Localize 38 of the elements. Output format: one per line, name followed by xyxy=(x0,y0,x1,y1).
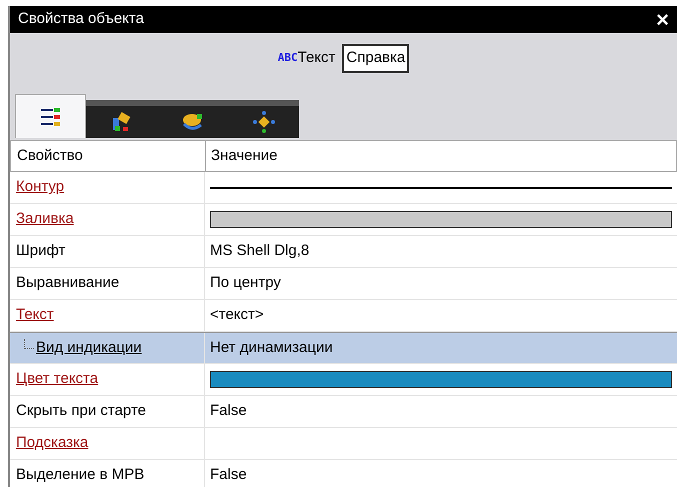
property-row[interactable]: Заливка xyxy=(10,204,677,236)
property-name: Заливка xyxy=(16,209,74,230)
property-row[interactable]: Цвет текста xyxy=(10,364,677,396)
tree-connector xyxy=(24,339,34,349)
abc-label: ABC xyxy=(278,50,298,66)
property-value: По центру xyxy=(210,273,281,294)
property-name: Выравнивание xyxy=(16,273,120,294)
window-title: Свойства объекта xyxy=(18,9,144,30)
property-value: False xyxy=(210,465,247,486)
property-name: Цвет текста xyxy=(16,369,98,390)
property-name: Выделение в МРВ xyxy=(16,465,144,486)
property-value: False xyxy=(210,401,247,422)
property-value: <текст> xyxy=(210,305,264,326)
property-row[interactable]: Контур xyxy=(10,172,677,204)
property-value: Нет динамизации xyxy=(210,338,333,358)
close-button[interactable]: × xyxy=(656,8,669,30)
property-name: Текст xyxy=(16,305,54,326)
property-name: Скрыть при старте xyxy=(16,401,146,422)
property-row[interactable]: Шрифт MS Shell Dlg,8 xyxy=(10,236,677,268)
tab[interactable] xyxy=(15,94,86,138)
column-header[interactable]: Свойство xyxy=(11,141,206,171)
property-name: Контур xyxy=(16,177,64,198)
property-row[interactable]: Выделение в МРВ False xyxy=(10,460,677,487)
property-row[interactable]: Подсказка xyxy=(10,428,677,460)
tab[interactable] xyxy=(228,100,299,138)
property-name: Подсказка xyxy=(16,433,88,454)
property-value: MS Shell Dlg,8 xyxy=(210,241,310,262)
move-icon xyxy=(252,111,274,133)
property-row[interactable]: Скрыть при старте False xyxy=(10,396,677,428)
property-name: Вид индикации xyxy=(36,338,142,358)
text-label: Текст xyxy=(298,48,336,68)
property-name: Шрифт xyxy=(16,241,66,262)
list-icon xyxy=(40,108,60,126)
property-row[interactable]: Выравнивание По центру xyxy=(10,268,677,300)
tab[interactable] xyxy=(86,100,157,138)
property-row[interactable]: Вид индикации Нет динамизации xyxy=(10,332,677,364)
column-header[interactable]: Значение xyxy=(206,141,676,171)
help-button[interactable]: Справка xyxy=(342,44,410,72)
